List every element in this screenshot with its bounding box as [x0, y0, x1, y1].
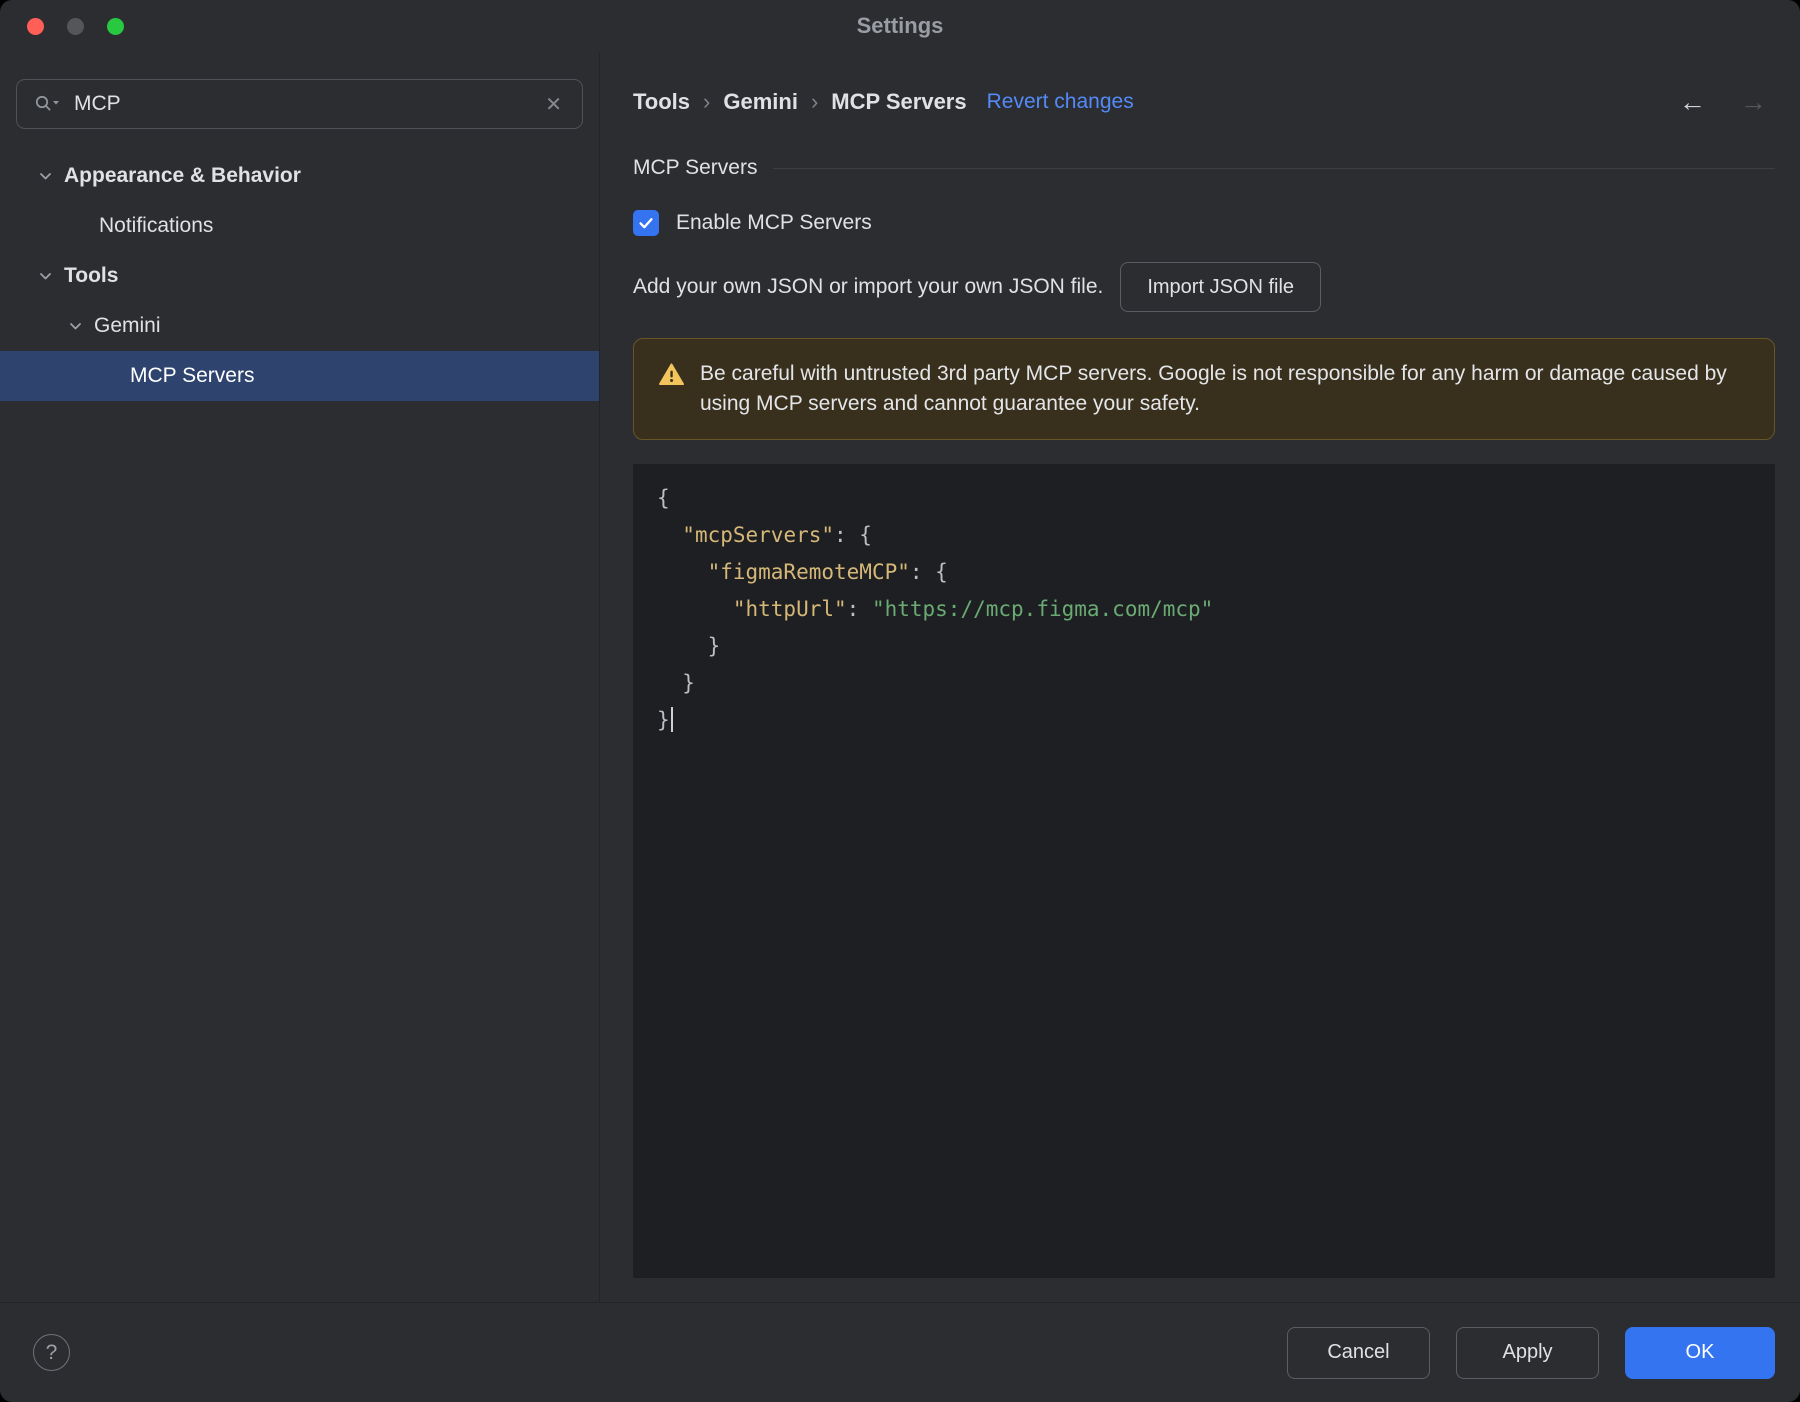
titlebar: Settings [0, 0, 1800, 52]
chevron-down-icon[interactable] [36, 267, 55, 286]
window-title: Settings [856, 13, 944, 38]
ok-button[interactable]: OK [1625, 1326, 1775, 1379]
code-line: "figmaRemoteMCP": { [707, 559, 948, 584]
enable-mcp-servers-row: Enable MCP Servers [633, 210, 1775, 236]
import-json-row: Add your own JSON or import your own JSO… [633, 262, 1775, 312]
code-line: } [657, 633, 721, 658]
enable-mcp-servers-checkbox[interactable] [633, 210, 659, 236]
revert-changes-link[interactable]: Revert changes [987, 90, 1134, 114]
settings-content: Tools › Gemini › MCP Servers Revert chan… [600, 52, 1800, 1302]
sidebar-item-notifications[interactable]: Notifications [0, 201, 599, 251]
code-line: { [657, 485, 670, 510]
settings-search-box[interactable]: ✕ [16, 79, 583, 129]
sidebar-item-label: Appearance & Behavior [64, 164, 301, 187]
code-line: } [657, 670, 695, 695]
breadcrumb-separator: › [810, 89, 819, 114]
search-icon [35, 95, 59, 111]
mcp-json-editor[interactable]: { "mcpServers": { "figmaRemoteMCP": { "h… [633, 463, 1775, 1278]
settings-sidebar: ✕ Appearance & Behavior Notifications To [0, 52, 600, 1302]
sidebar-item-label: Gemini [94, 314, 161, 337]
breadcrumb: Tools › Gemini › MCP Servers Revert chan… [633, 84, 1775, 120]
chevron-down-icon[interactable] [36, 167, 55, 186]
settings-tree: Appearance & Behavior Notifications Tool… [0, 151, 599, 401]
sidebar-item-tools[interactable]: Tools [0, 251, 599, 301]
sidebar-item-label: Tools [64, 264, 119, 287]
sidebar-item-appearance-behavior[interactable]: Appearance & Behavior [0, 151, 599, 201]
mcp-servers-section-header: MCP Servers [633, 156, 1775, 180]
forward-arrow-icon: → [1740, 86, 1767, 117]
apply-button[interactable]: Apply [1456, 1326, 1599, 1379]
code-line: "mcpServers": { [682, 522, 872, 547]
section-title: MCP Servers [633, 156, 758, 179]
breadcrumb-mcp-servers: MCP Servers [831, 89, 967, 114]
chevron-down-icon[interactable] [66, 317, 85, 336]
sidebar-item-label: MCP Servers [130, 364, 255, 387]
help-icon[interactable]: ? [33, 1334, 70, 1371]
warning-banner: Be careful with untrusted 3rd party MCP … [633, 338, 1775, 440]
import-json-text: Add your own JSON or import your own JSO… [633, 275, 1104, 298]
warning-icon [659, 363, 684, 385]
breadcrumb-tools[interactable]: Tools [633, 89, 690, 115]
sidebar-item-gemini[interactable]: Gemini [0, 301, 599, 351]
sidebar-item-mcp-servers[interactable]: MCP Servers [0, 351, 599, 401]
code-line: } [657, 702, 1775, 739]
settings-window: Settings ✕ [0, 0, 1800, 1402]
sidebar-item-label: Notifications [99, 214, 214, 237]
warning-text: Be careful with untrusted 3rd party MCP … [700, 362, 1727, 415]
breadcrumb-separator: › [703, 89, 711, 114]
import-json-file-button[interactable]: Import JSON file [1120, 262, 1322, 312]
enable-mcp-servers-label: Enable MCP Servers [676, 211, 872, 234]
checkmark-icon [639, 218, 653, 229]
code-line: "httpUrl": "https://mcp.figma.com/mcp" [732, 596, 1214, 621]
dialog-footer: ? Cancel Apply OK [0, 1302, 1800, 1402]
section-divider [773, 167, 1775, 169]
text-cursor [670, 706, 673, 732]
search-input[interactable] [74, 92, 542, 116]
clear-search-icon[interactable]: ✕ [541, 90, 566, 119]
cancel-button[interactable]: Cancel [1287, 1326, 1430, 1379]
back-arrow-icon[interactable]: ← [1679, 88, 1706, 116]
breadcrumb-gemini[interactable]: Gemini [723, 89, 798, 115]
